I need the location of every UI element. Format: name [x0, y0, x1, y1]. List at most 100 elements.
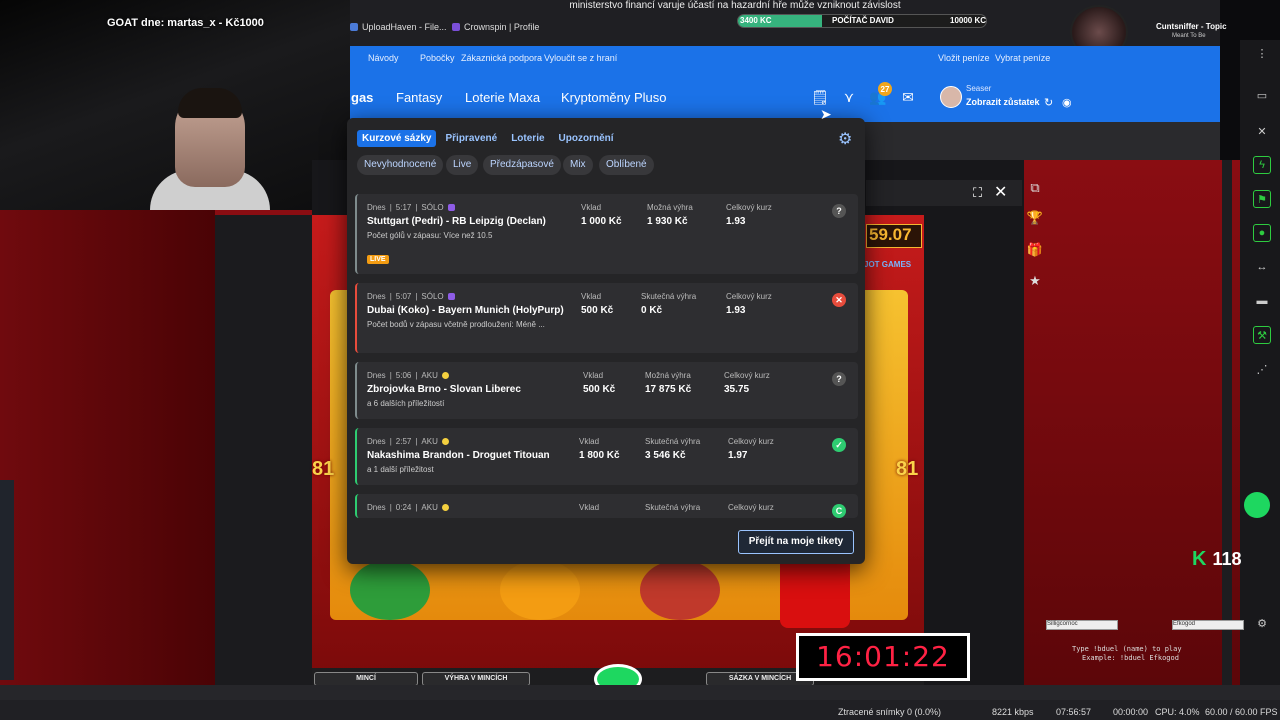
tab-loterie[interactable]: Loterie [506, 130, 549, 147]
settings-icon[interactable]: ⚙ [1253, 614, 1271, 632]
close-icon[interactable]: ✕ [994, 182, 1007, 202]
nav-kryptomeny[interactable]: Kryptoměny Pluso [561, 90, 667, 105]
bet-ticket[interactable]: Dnes | 2:57 | AKU Nakashima Brandon - Drog… [355, 428, 858, 485]
nav-loterie-maxa[interactable]: Loterie Maxa [465, 90, 540, 105]
filter-mix[interactable]: Mix [563, 155, 593, 175]
stream-time: 00:00:00 [1113, 707, 1149, 717]
bet-ticket[interactable]: Dnes | 5:17 | SÓLO Stuttgart (Pedri) - RB … [355, 194, 858, 274]
ticket-meta: Dnes | 2:57 | AKU [367, 437, 449, 446]
mail-icon[interactable]: ✉ [899, 88, 917, 106]
notification-badge: 27 [878, 82, 892, 96]
filter-predzapasove[interactable]: Předzápasové [483, 155, 561, 175]
green-chat-icon[interactable] [1244, 492, 1270, 518]
eye-icon[interactable]: ◉ [1062, 96, 1072, 109]
more-vert-icon[interactable]: ⋮ [1253, 44, 1271, 62]
odds-value: 1.97 [728, 450, 748, 461]
filter-live[interactable]: Live [446, 155, 479, 175]
odds-label: Celkový kurz [724, 371, 770, 380]
show-balance-button[interactable]: Zobrazit zůstatek [966, 97, 1040, 107]
stake-value: 500 Kč [583, 384, 616, 395]
win-value: 1 930 Kč [647, 216, 688, 227]
ticket-title: Nakashima Brandon - Droguet Titouan [367, 450, 550, 461]
browser-tab-uploadhaven[interactable]: UploadHaven - File... [350, 22, 447, 32]
link-pobocky[interactable]: Pobočky [420, 53, 455, 63]
webcam-person-hair [178, 88, 242, 118]
trophy-icon[interactable]: 🏆 [1026, 209, 1044, 227]
ticket-title: Zbrojovka Brno - Slovan Liberec [367, 384, 521, 395]
bet-ticket[interactable]: Dnes | 0:24 | AKU Vklad Skutečná výhra Cel… [355, 494, 858, 518]
obs-toolbar [0, 685, 1280, 700]
multiplier-81-left: 81 [312, 458, 335, 480]
slot-brand: JOT GAMES [864, 260, 912, 269]
browser-tab-crownspin[interactable]: Crownspin | Profile [452, 22, 539, 32]
tab-label: UploadHaven - File... [362, 22, 447, 32]
tv-icon[interactable]: ▬ [1253, 292, 1271, 310]
star-icon[interactable]: ★ [1026, 272, 1044, 290]
filter-icon[interactable]: ⋎ [840, 88, 858, 106]
wrench-icon[interactable]: ⚒ [1253, 326, 1271, 344]
duel-example: Example: !bduel Efkogod [1082, 654, 1179, 662]
deposit-link[interactable]: Vložit peníze [938, 53, 990, 63]
refresh-icon[interactable]: ↻ [1044, 96, 1053, 109]
ministry-warning: ministerstvo financí varuje účastí na ha… [569, 0, 901, 11]
tab-kurzove-sazky[interactable]: Kurzové sázky [357, 130, 437, 147]
bookmark-icon[interactable]: ▭ [1253, 86, 1271, 104]
kick-logo-icon: K [1192, 548, 1207, 570]
tickets-icon[interactable]: 🗒 [811, 88, 829, 106]
share-icon[interactable]: ⋰ [1253, 360, 1271, 378]
withdraw-link[interactable]: Vybrat peníze [995, 53, 1050, 63]
scrollbar[interactable] [1222, 160, 1232, 685]
coins-button[interactable]: MINCÍ [314, 672, 418, 686]
chat-icon[interactable]: ● [1253, 224, 1271, 242]
cashout-status-icon: C [832, 504, 846, 518]
ticket-title: Stuttgart (Pedri) - RB Leipzig (Declan) [367, 216, 546, 227]
right-red-background [1022, 160, 1240, 685]
flag-icon[interactable]: ⚑ [1253, 190, 1271, 208]
gift-icon[interactable]: 🎁 [1026, 241, 1044, 259]
ticket-time: 0:24 [395, 503, 412, 512]
tab-pripravene[interactable]: Připravené [440, 130, 502, 147]
cpu-usage: CPU: 4.0% [1155, 707, 1200, 717]
goat-label: GOAT dne: martas_x - Kč1000 [107, 17, 264, 29]
filter-nevyhodnocene[interactable]: Nevyhodnocené [357, 155, 444, 175]
bet-ticket[interactable]: Dnes | 5:07 | SÓLO Dubai (Koko) - Bayern M… [355, 283, 858, 353]
fullscreen-icon[interactable]: ⛶ [973, 185, 982, 201]
stake-label: Vklad [579, 437, 600, 446]
ticket-subtitle: Počet bodů v zápasu včetně prodloužení: … [367, 320, 545, 329]
tools-icon[interactable]: ✕ [1253, 122, 1271, 140]
avatar[interactable] [940, 86, 962, 108]
tab-upozorneni[interactable]: Upozornění [554, 130, 619, 147]
odds-label: Celkový kurz [726, 203, 772, 212]
filter-oblibene[interactable]: Oblíbené [599, 155, 654, 175]
ticket-meta: Dnes | 5:06 | AKU [367, 371, 449, 380]
odds-value: 1.93 [726, 216, 746, 227]
stake-value: 1 800 Kč [579, 450, 620, 461]
go-to-my-tickets-button[interactable]: Přejít na moje tikety [738, 530, 854, 554]
k-counter: K 118 [1192, 548, 1242, 571]
solo-icon [447, 293, 455, 300]
bet-ticket[interactable]: Dnes | 5:06 | AKU Zbrojovka Brno - Slovan … [355, 362, 858, 419]
cherry-symbol [640, 560, 720, 620]
link-vyloucit[interactable]: Vyloučit se z hraní [544, 53, 617, 63]
fps: 60.00 / 60.00 FPS [1205, 707, 1278, 717]
obs-left-strip [0, 480, 14, 680]
gear-icon[interactable]: ⚙ [838, 129, 852, 149]
win-in-coins-display: VÝHRA V MINCÍCH [422, 672, 530, 686]
lightning-icon[interactable]: ϟ [1253, 156, 1271, 174]
ticket-time: 5:07 [395, 292, 412, 301]
tab-favicon-icon [350, 23, 358, 31]
ticket-subtitle: a 1 další příležitost [367, 465, 434, 474]
left-dark-panel [215, 215, 315, 685]
link-zakaznicka-podpora[interactable]: Zákaznická podpora [461, 53, 542, 63]
ticket-subtitle: a 6 dalších příležitostí [367, 399, 445, 408]
stake-label: Vklad [579, 503, 600, 512]
left-dark-background [0, 210, 215, 685]
solo-icon [447, 204, 455, 211]
odds-label: Celkový kurz [728, 437, 774, 446]
arrows-icon[interactable]: ↔ [1253, 258, 1271, 276]
nav-fantasy[interactable]: Fantasy [396, 90, 442, 105]
cast-icon[interactable]: ⧉ [1026, 179, 1044, 197]
link-navody[interactable]: Návody [368, 53, 399, 63]
duel-player-2: Efkogod [1172, 620, 1244, 630]
nav-vegas[interactable]: gas [351, 90, 373, 105]
